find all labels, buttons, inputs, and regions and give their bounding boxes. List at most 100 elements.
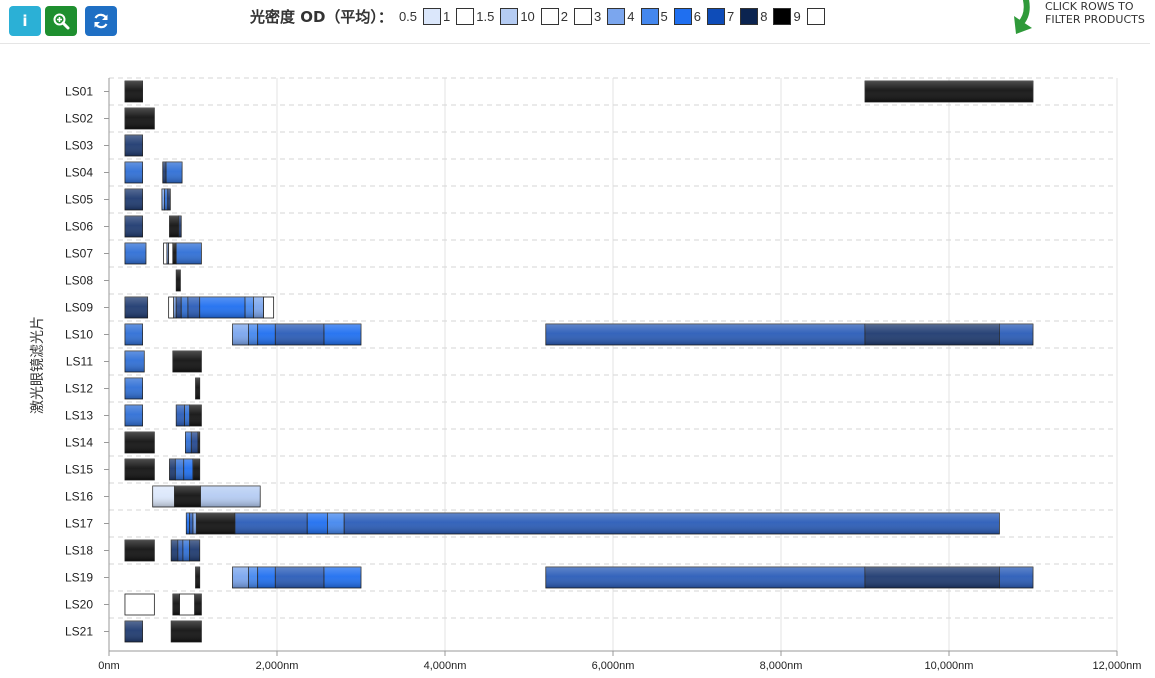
legend-item: 3 [592,7,626,25]
filter-row[interactable]: LS04 [65,159,1117,186]
row-hit-area[interactable] [109,240,1117,267]
filter-row[interactable]: LS08 [65,267,1117,294]
refresh-button[interactable] [85,6,117,36]
row-hit-area[interactable] [109,186,1117,213]
filter-row[interactable]: LS18 [65,537,1117,564]
row-label[interactable]: LS18 [65,544,93,558]
x-tick-label: 0nm [98,660,119,672]
filter-row[interactable]: LS07 [65,240,1117,267]
filter-row[interactable]: LS17 [65,510,1117,537]
legend-item: 7 [725,7,759,25]
od-segment-shine [189,540,200,561]
od-segment-shine [124,162,143,183]
filter-row[interactable]: LS01 [65,78,1117,105]
od-segment [168,296,175,319]
legend-item-label: 6 [693,8,701,24]
row-label[interactable]: LS17 [65,517,93,531]
od-segment-shine [253,297,264,318]
row-hit-area[interactable] [109,375,1117,402]
filter-row[interactable]: LS02 [65,105,1117,132]
od-segment-shine [999,324,1033,345]
od-segment-shine [545,324,865,345]
legend-item: 5 [659,7,692,25]
row-label[interactable]: LS11 [66,355,93,369]
od-segment-shine [169,459,176,480]
filter-row[interactable]: LS20 [65,591,1117,618]
od-segment-shine [865,324,1000,345]
od-segment-shine [185,432,192,453]
row-hit-area[interactable] [109,348,1117,375]
row-label[interactable]: LS02 [65,112,93,126]
filter-row[interactable]: LS13 [65,402,1117,429]
row-label[interactable]: LS14 [65,436,93,450]
od-segment-shine [193,513,197,534]
od-segment-shine [124,108,155,129]
row-label[interactable]: LS09 [65,301,93,315]
row-label[interactable]: LS01 [65,85,93,99]
filter-row[interactable]: LS12 [65,375,1117,402]
row-label[interactable]: LS08 [65,274,93,288]
od-segment-shine [232,324,249,345]
row-label[interactable]: LS12 [65,382,93,396]
od-segment-shine [257,324,276,345]
row-label[interactable]: LS19 [65,571,93,585]
row-hit-area[interactable] [109,267,1117,294]
od-segment-shine [194,594,202,615]
od-range-chart: LS01 LS02 LS03 LS04 LS05 LS06 LS07 LS08 LS09 LS10… [29,77,1141,672]
od-segment-shine [245,297,254,318]
filter-row[interactable]: LS21 [65,618,1117,645]
od-segment-shine [865,81,1033,102]
od-segment-shine [172,594,180,615]
od-segment-shine [124,135,143,156]
row-label[interactable]: LS05 [65,193,93,207]
row-label[interactable]: LS20 [65,598,93,612]
filter-row[interactable]: LS09 [65,294,1117,321]
row-hit-area[interactable] [109,591,1117,618]
row-label[interactable]: LS07 [65,247,93,261]
zoom-button[interactable] [45,6,77,36]
x-tick-label: 2,000nm [256,660,299,672]
legend-swatch [640,7,659,25]
od-segment [124,593,155,616]
od-segment-shine [195,378,200,399]
od-segment-shine [248,567,258,588]
info-button[interactable]: i [9,6,41,36]
filter-row[interactable]: LS16 [65,483,1117,510]
filter-row[interactable]: LS03 [65,132,1117,159]
row-label[interactable]: LS10 [65,328,93,342]
od-segment [163,242,168,265]
filter-row[interactable]: LS19 [65,564,1117,591]
legend-swatch [706,7,725,25]
row-hit-area[interactable] [109,429,1117,456]
legend-item: 2 [559,7,593,25]
od-segment-shine [999,567,1033,588]
filter-row[interactable]: LS10 [65,321,1117,348]
row-hit-area[interactable] [109,537,1117,564]
row-hit-area[interactable] [109,213,1117,240]
row-hit-area[interactable] [109,618,1117,645]
row-label[interactable]: LS16 [65,490,93,504]
legend-item: 9 [791,7,825,25]
row-label[interactable]: LS13 [65,409,93,423]
filter-row[interactable]: LS14 [65,429,1117,456]
od-segment-shine [176,405,185,426]
legend-item-label: 2 [560,8,569,24]
filter-row[interactable]: LS11 [66,348,1117,375]
curved-arrow-icon [1014,0,1032,34]
row-hit-area[interactable] [109,132,1117,159]
filter-row[interactable]: LS15 [65,456,1117,483]
row-label[interactable]: LS06 [65,220,93,234]
od-segment-shine [198,432,200,453]
filter-row[interactable]: LS05 [65,186,1117,213]
row-label[interactable]: LS03 [65,139,93,153]
row-label[interactable]: LS15 [65,463,93,477]
row-hit-area[interactable] [109,105,1117,132]
row-label[interactable]: LS04 [65,166,93,180]
row-label[interactable]: LS21 [65,625,93,639]
row-hit-area[interactable] [109,402,1117,429]
od-segment-shine [124,405,143,426]
row-hit-area[interactable] [109,456,1117,483]
row-hit-area[interactable] [109,159,1117,186]
od-segment-shine [176,270,181,291]
filter-row[interactable]: LS06 [65,213,1117,240]
